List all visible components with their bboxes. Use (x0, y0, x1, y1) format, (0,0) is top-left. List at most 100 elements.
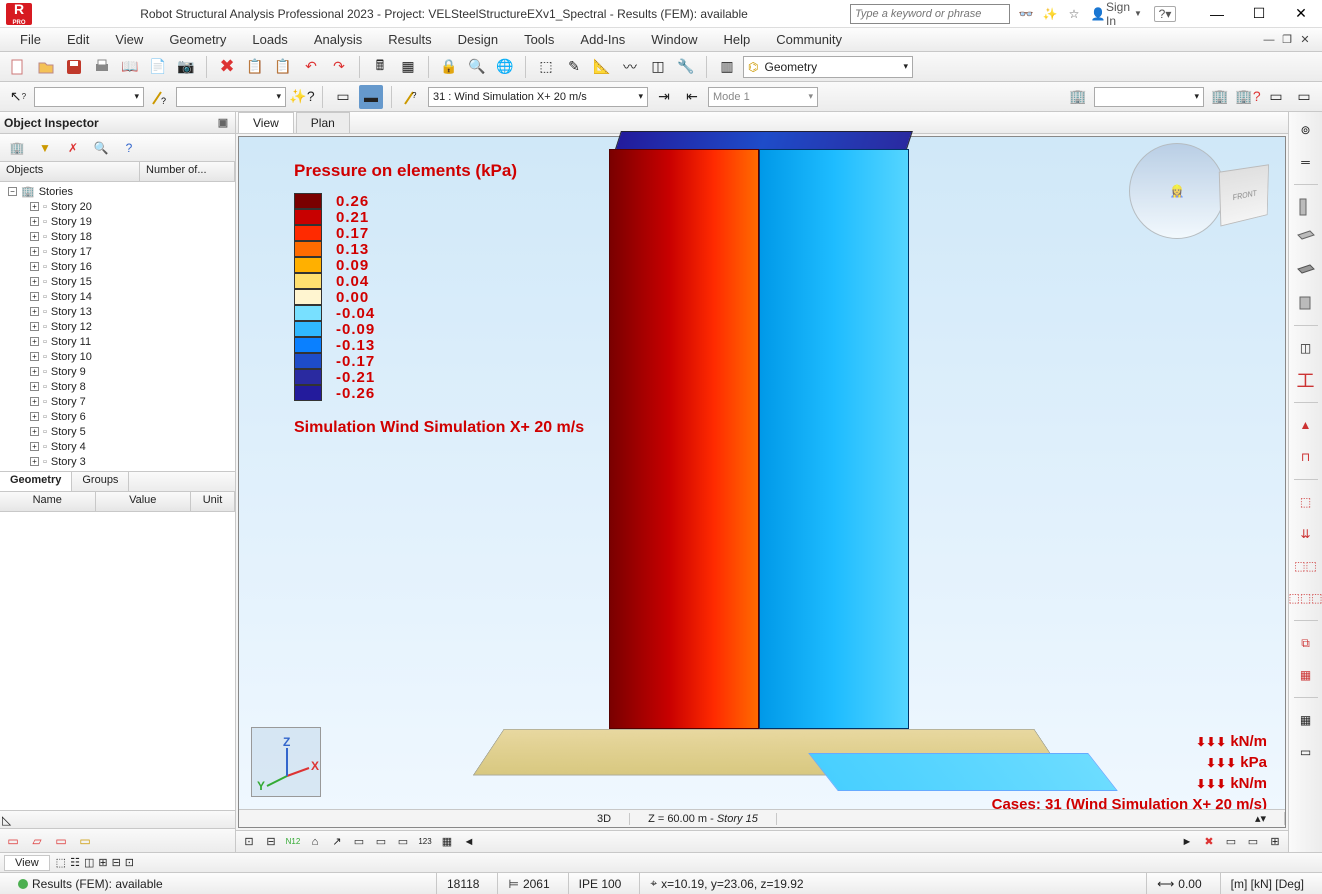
select-icon[interactable]: ⬚ (534, 55, 558, 79)
new-icon[interactable] (6, 55, 30, 79)
expand-icon[interactable]: + (30, 232, 39, 241)
mdi-close-icon[interactable]: ✕ (1298, 33, 1312, 47)
vb-sec3-icon[interactable]: ▭ (394, 834, 412, 850)
ft-2-icon[interactable]: ☷ (70, 856, 80, 869)
story-filter-combo[interactable]: ▾ (1094, 87, 1204, 107)
story-help-icon[interactable]: 🏢? (1236, 85, 1260, 109)
calc-icon[interactable]: 🖩 (368, 55, 392, 79)
wrench-icon[interactable]: 🔧 (674, 55, 698, 79)
menu-edit[interactable]: Edit (55, 30, 101, 49)
tree-item-story[interactable]: +▫Story 17 (4, 244, 231, 259)
tree-item-story[interactable]: +▫Story 19 (4, 214, 231, 229)
rt-load4-icon[interactable]: ⬚⬚⬚ (1294, 586, 1318, 610)
vp-mode[interactable]: 3D (579, 813, 630, 825)
gridcol-unit[interactable]: Unit (191, 492, 235, 511)
print-preview-icon[interactable]: 📖 (118, 55, 142, 79)
expand-icon[interactable]: + (30, 427, 39, 436)
menu-analysis[interactable]: Analysis (302, 30, 374, 49)
minimize-button[interactable]: — (1196, 1, 1238, 27)
maximize-button[interactable]: ☐ (1238, 1, 1280, 27)
tree-item-story[interactable]: +▫Story 3 (4, 454, 231, 469)
tree-item-story[interactable]: +▫Story 10 (4, 349, 231, 364)
close-button[interactable]: ✕ (1280, 1, 1322, 27)
gridcol-value[interactable]: Value (96, 492, 192, 511)
load-case-icon[interactable]: ? (400, 85, 424, 109)
vb-x3-icon[interactable]: ▭ (1244, 834, 1262, 850)
tab-geometry[interactable]: Geometry (0, 472, 72, 491)
rt-mesh-icon[interactable]: ▦ (1294, 663, 1318, 687)
expand-icon[interactable]: + (30, 307, 39, 316)
panel-icon[interactable]: ▭ (331, 85, 355, 109)
vb-num-icon[interactable]: N12 (284, 834, 302, 850)
object-tree[interactable]: − 🏢 Stories +▫Story 20+▫Story 19+▫Story … (0, 182, 235, 472)
expand-icon[interactable]: + (30, 247, 39, 256)
collapse-icon[interactable]: − (8, 187, 17, 196)
menu-community[interactable]: Community (764, 30, 854, 49)
ft-4-icon[interactable]: ⊞ (98, 856, 107, 869)
rt-cube-icon[interactable]: ◫ (1294, 336, 1318, 360)
vb-123-icon[interactable]: 123 (416, 834, 434, 850)
story-green-icon[interactable]: 🏢 (1208, 85, 1232, 109)
expand-icon[interactable]: + (30, 367, 39, 376)
tree-item-story[interactable]: +▫Story 13 (4, 304, 231, 319)
tree-item-story[interactable]: +▫Story 14 (4, 289, 231, 304)
bar-select-combo[interactable]: ▾ (176, 87, 286, 107)
vb-grid-icon[interactable]: ▦ (438, 834, 456, 850)
expand-icon[interactable]: + (30, 397, 39, 406)
col-number[interactable]: Number of... (140, 162, 235, 181)
cube-icon[interactable]: ◫ (646, 55, 670, 79)
expand-icon[interactable]: + (30, 442, 39, 451)
screenshot-icon[interactable]: 📷 (174, 55, 198, 79)
tree-item-story[interactable]: +▫Story 7 (4, 394, 231, 409)
menu-help[interactable]: Help (711, 30, 762, 49)
menu-file[interactable]: File (8, 30, 53, 49)
rt-isection-icon[interactable]: 工 (1294, 368, 1318, 392)
load-prev-icon[interactable]: ⇤ (680, 85, 704, 109)
load-case-combo[interactable]: 31 : Wind Simulation X+ 20 m/s ▾ (428, 87, 648, 107)
search-input[interactable] (850, 4, 1010, 24)
mdi-minimize-icon[interactable]: — (1262, 33, 1276, 47)
rt-load3-icon[interactable]: ⬚⬚ (1294, 554, 1318, 578)
expand-icon[interactable]: + (30, 322, 39, 331)
rt-load1-icon[interactable]: ⬚ (1294, 490, 1318, 514)
insp-filter-icon[interactable]: ▼ (36, 139, 54, 157)
vb-x2-icon[interactable]: ▭ (1222, 834, 1240, 850)
copy-icon[interactable]: 📋 (243, 55, 267, 79)
magic-select-icon[interactable]: ✨? (290, 85, 314, 109)
world-icon[interactable]: 🌐 (493, 55, 517, 79)
ft-6-icon[interactable]: ⊡ (125, 856, 134, 869)
inspector-close-icon[interactable]: ▣ (215, 115, 231, 131)
panel-fill-icon[interactable]: ▬ (359, 85, 383, 109)
story-filter-icon[interactable]: 🏢 (1066, 85, 1090, 109)
wand-icon[interactable]: ✨ (1042, 6, 1058, 22)
tab-handle-icon[interactable]: ◺ (2, 813, 11, 827)
redo-icon[interactable]: ↷ (327, 55, 351, 79)
rt-release-icon[interactable]: ⊓ (1294, 445, 1318, 469)
pointer-icon[interactable]: ↖? (6, 85, 30, 109)
tree-item-story[interactable]: +▫Story 15 (4, 274, 231, 289)
print-icon[interactable] (90, 55, 114, 79)
menu-view[interactable]: View (103, 30, 155, 49)
menu-loads[interactable]: Loads (240, 30, 299, 49)
tree-item-story[interactable]: +▫Story 20 (4, 199, 231, 214)
rt-slab-icon[interactable] (1294, 259, 1318, 283)
save-icon[interactable] (62, 55, 86, 79)
footer-tab-view[interactable]: View (4, 855, 50, 871)
rt-copy-icon[interactable]: ⧉ (1294, 631, 1318, 655)
viewport-3d[interactable]: Pressure on elements (kPa) 0.260.210.170… (238, 136, 1286, 828)
tree-item-story[interactable]: +▫Story 18 (4, 229, 231, 244)
measure-icon[interactable]: 📐 (590, 55, 614, 79)
vb-arrow-icon[interactable]: ↗ (328, 834, 346, 850)
vb-bar-icon[interactable]: ⊟ (262, 834, 280, 850)
sheet1-icon[interactable]: ▭ (1264, 85, 1288, 109)
binoculars-icon[interactable]: 👓 (1018, 6, 1034, 22)
wind-icon[interactable]: 〰 (618, 55, 642, 79)
undo-icon[interactable]: ↶ (299, 55, 323, 79)
vb-sec2-icon[interactable]: ▭ (372, 834, 390, 850)
vb-sec1-icon[interactable]: ▭ (350, 834, 368, 850)
insp-bt3-icon[interactable]: ▭ (52, 832, 70, 850)
vb-left-icon[interactable]: ◄ (460, 834, 478, 850)
node-select-combo[interactable]: ▾ (34, 87, 144, 107)
open-icon[interactable] (34, 55, 58, 79)
gridcol-name[interactable]: Name (0, 492, 96, 511)
